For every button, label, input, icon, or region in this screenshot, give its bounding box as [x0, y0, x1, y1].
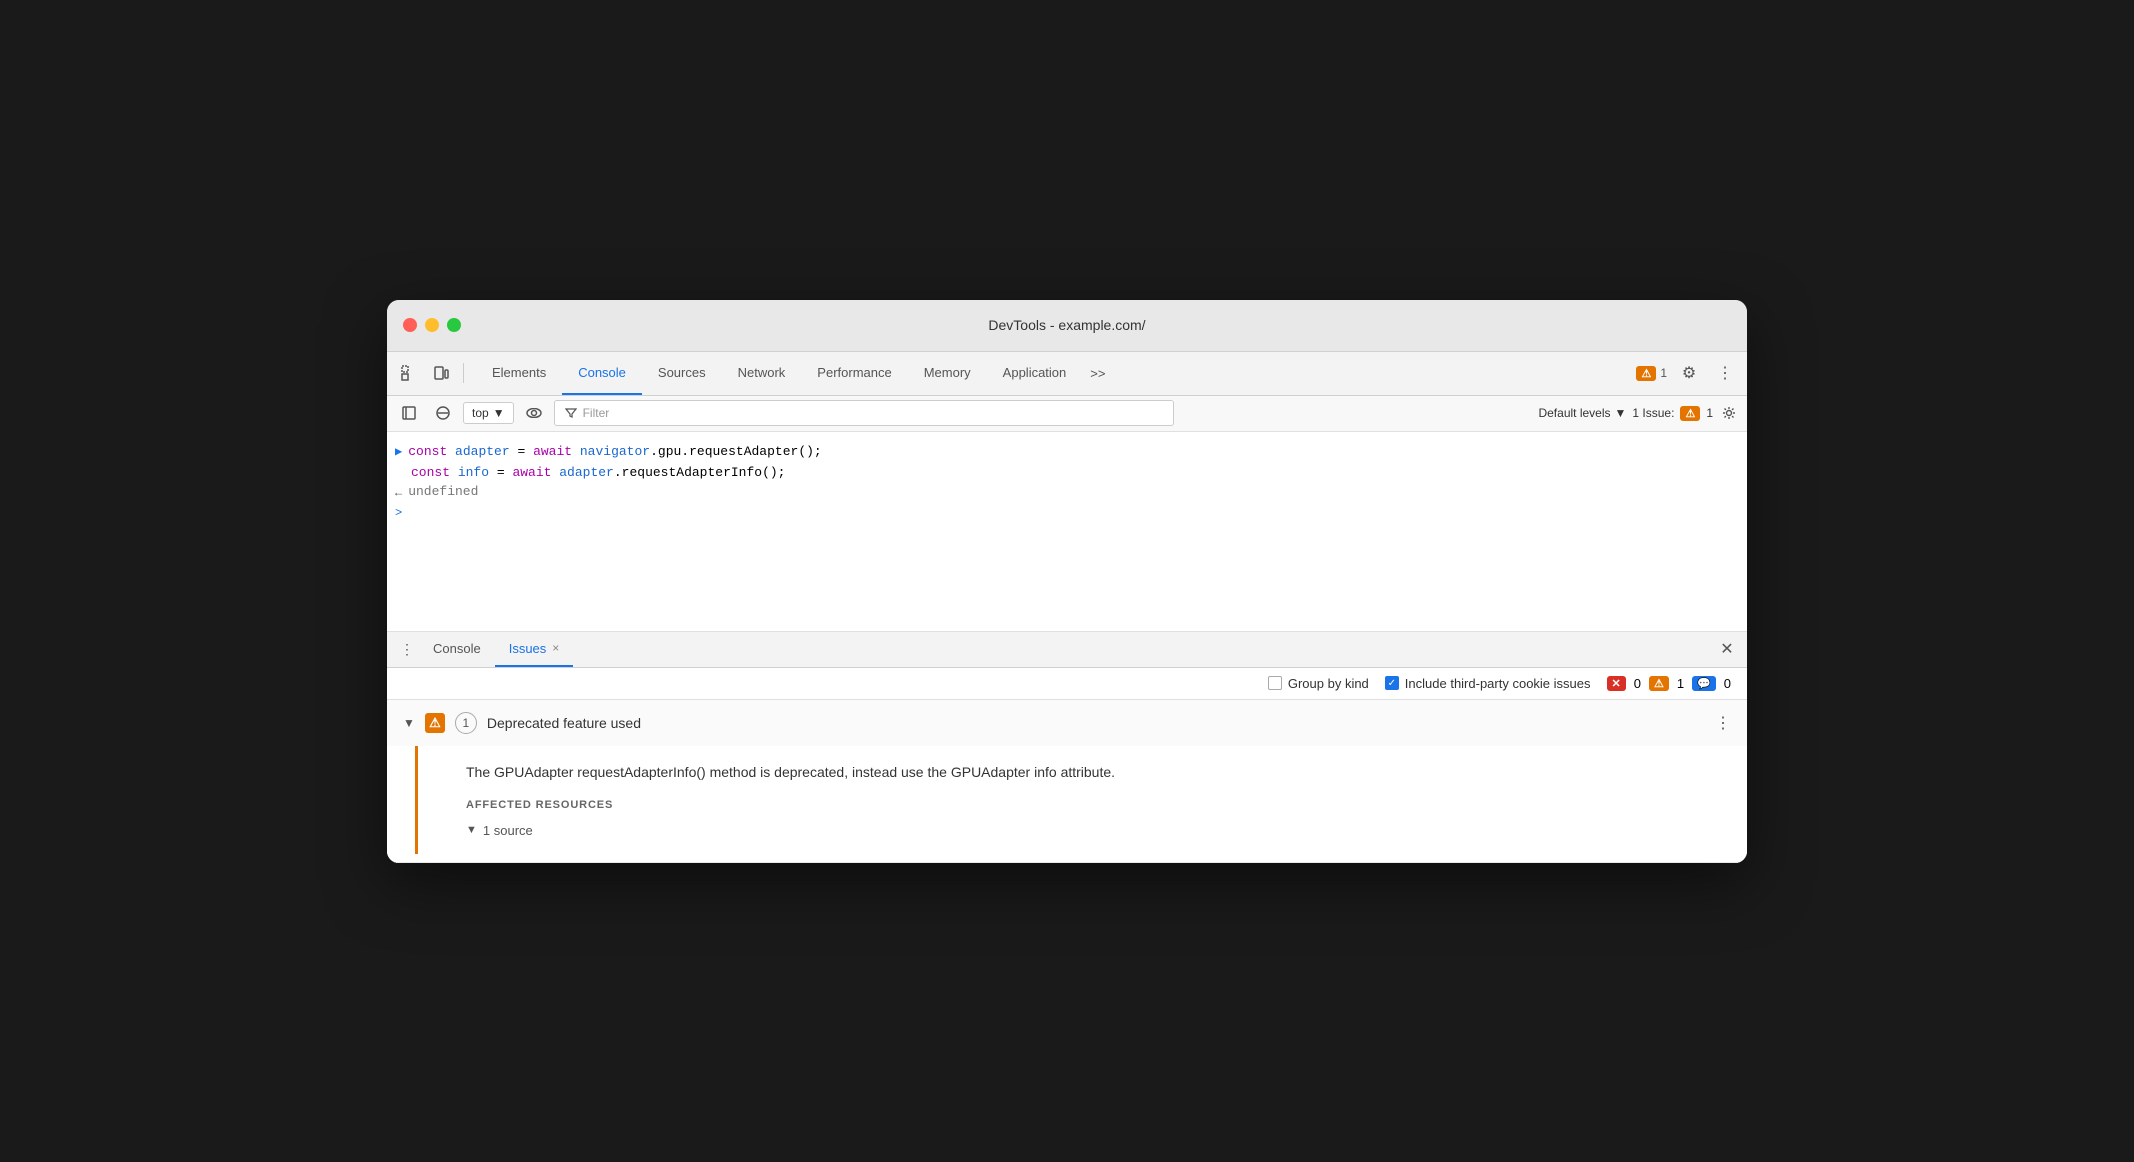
info-count: 0: [1724, 676, 1731, 691]
sidebar-toggle-icon[interactable]: [395, 399, 423, 427]
console-toolbar: top ▼ Filter Default levels ▼ 1 Iss: [387, 396, 1747, 432]
source-item[interactable]: ▼ 1 source: [466, 823, 1715, 838]
issue-count-circle: 1: [455, 712, 477, 734]
tab-console-bottom[interactable]: Console: [419, 631, 495, 667]
titlebar: DevTools - example.com/: [387, 300, 1747, 352]
nav-tabs: Elements Console Sources Network Perform…: [476, 352, 1113, 395]
inspect-icon[interactable]: [395, 359, 423, 387]
issues-filter-toolbar: Group by kind ✓ Include third-party cook…: [387, 668, 1747, 700]
toolbar-right: ⚠ 1 ⚙ ⋮: [1636, 359, 1739, 387]
tab-sources[interactable]: Sources: [642, 351, 722, 395]
issue-warning-icon: ⚠: [425, 713, 445, 733]
tab-memory[interactable]: Memory: [908, 351, 987, 395]
group-by-kind-checkbox[interactable]: [1268, 676, 1282, 690]
tab-issues-close[interactable]: ×: [552, 641, 559, 655]
clear-console-icon[interactable]: [429, 399, 457, 427]
result-arrow: ←: [395, 486, 402, 500]
console-entry-1[interactable]: ▶ const adapter = await navigator.gpu.re…: [387, 440, 1747, 464]
settings-icon[interactable]: ⚙: [1675, 359, 1703, 387]
issue-badge[interactable]: ⚠ 1: [1636, 366, 1667, 381]
issue-header[interactable]: ▼ ⚠ 1 Deprecated feature used ⋮: [387, 700, 1747, 746]
source-count: 1 source: [483, 823, 533, 838]
tab-elements[interactable]: Elements: [476, 351, 562, 395]
issue-body: The GPUAdapter requestAdapterInfo() meth…: [415, 746, 1731, 854]
error-count-badge: ✕: [1607, 676, 1626, 691]
console-result: ← undefined: [387, 482, 1747, 502]
issue-item-deprecated: ▼ ⚠ 1 Deprecated feature used ⋮ The GPUA…: [387, 700, 1747, 863]
console-entry-1-line2: const info = await adapter.requestAdapte…: [387, 463, 1747, 482]
bottom-tabs: ⋮ Console Issues × ✕: [387, 632, 1747, 668]
tab-application[interactable]: Application: [987, 351, 1083, 395]
context-selector[interactable]: top ▼: [463, 402, 514, 424]
devtools-window: DevTools - example.com/ Elements: [387, 300, 1747, 863]
include-third-party-checkbox[interactable]: ✓: [1385, 676, 1399, 690]
prompt-arrow: >: [395, 506, 402, 520]
tab-performance[interactable]: Performance: [801, 351, 907, 395]
toolbar-divider: [463, 363, 464, 383]
device-icon[interactable]: [427, 359, 455, 387]
maximize-button[interactable]: [447, 318, 461, 332]
source-chevron: ▼: [466, 824, 477, 836]
bottom-panel: ⋮ Console Issues × ✕ Group by kind ✓: [387, 632, 1747, 863]
info-count-badge: 💬: [1692, 676, 1716, 691]
filter-input-container[interactable]: Filter: [554, 400, 1174, 426]
filter-icon: [565, 407, 577, 419]
issue-badge-count: 1: [1660, 366, 1667, 380]
issue-description: The GPUAdapter requestAdapterInfo() meth…: [466, 762, 1715, 783]
panel-close-button[interactable]: ✕: [1715, 637, 1739, 661]
more-tabs-button[interactable]: >>: [1082, 351, 1113, 395]
expand-arrow[interactable]: ▶: [395, 444, 402, 459]
tab-console[interactable]: Console: [562, 351, 642, 395]
more-menu-icon[interactable]: ⋮: [1711, 359, 1739, 387]
warning-badge: ⚠: [1636, 366, 1656, 381]
main-toolbar: Elements Console Sources Network Perform…: [387, 352, 1747, 396]
tab-network[interactable]: Network: [722, 351, 802, 395]
filter-placeholder: Filter: [583, 406, 1163, 420]
issue-menu-button[interactable]: ⋮: [1715, 713, 1731, 733]
affected-resources-label: AFFECTED RESOURCES: [466, 799, 1715, 811]
console-code-1: const adapter = await navigator.gpu.requ…: [408, 442, 1739, 462]
issues-count-display: 1 Issue: ⚠ 1: [1632, 406, 1713, 421]
close-button[interactable]: [403, 318, 417, 332]
include-third-party-checkbox-label[interactable]: ✓ Include third-party cookie issues: [1385, 676, 1591, 691]
eye-icon[interactable]: [520, 399, 548, 427]
default-levels-selector[interactable]: Default levels ▼: [1538, 406, 1626, 420]
error-count: 0: [1634, 676, 1641, 691]
issues-count-badges: ✕ 0 ⚠ 1 💬 0: [1607, 676, 1732, 691]
console-settings-icon[interactable]: [1719, 403, 1739, 423]
devtools-body: Elements Console Sources Network Perform…: [387, 352, 1747, 863]
bottom-panel-menu[interactable]: ⋮: [395, 637, 419, 661]
issues-content: ▼ ⚠ 1 Deprecated feature used ⋮ The GPUA…: [387, 700, 1747, 863]
issue-count-badge: ⚠: [1680, 406, 1700, 421]
window-controls: [403, 318, 461, 332]
warning-count: 1: [1677, 676, 1684, 691]
warning-count-badge: ⚠: [1649, 676, 1669, 691]
issue-title: Deprecated feature used: [487, 715, 641, 731]
issue-expand-chevron[interactable]: ▼: [403, 716, 415, 730]
group-by-kind-checkbox-label[interactable]: Group by kind: [1268, 676, 1369, 691]
console-undefined: undefined: [408, 484, 478, 499]
minimize-button[interactable]: [425, 318, 439, 332]
window-title: DevTools - example.com/: [988, 317, 1145, 333]
console-prompt[interactable]: >: [387, 502, 1747, 522]
tab-issues[interactable]: Issues ×: [495, 631, 574, 667]
console-output: ▶ const adapter = await navigator.gpu.re…: [387, 432, 1747, 632]
